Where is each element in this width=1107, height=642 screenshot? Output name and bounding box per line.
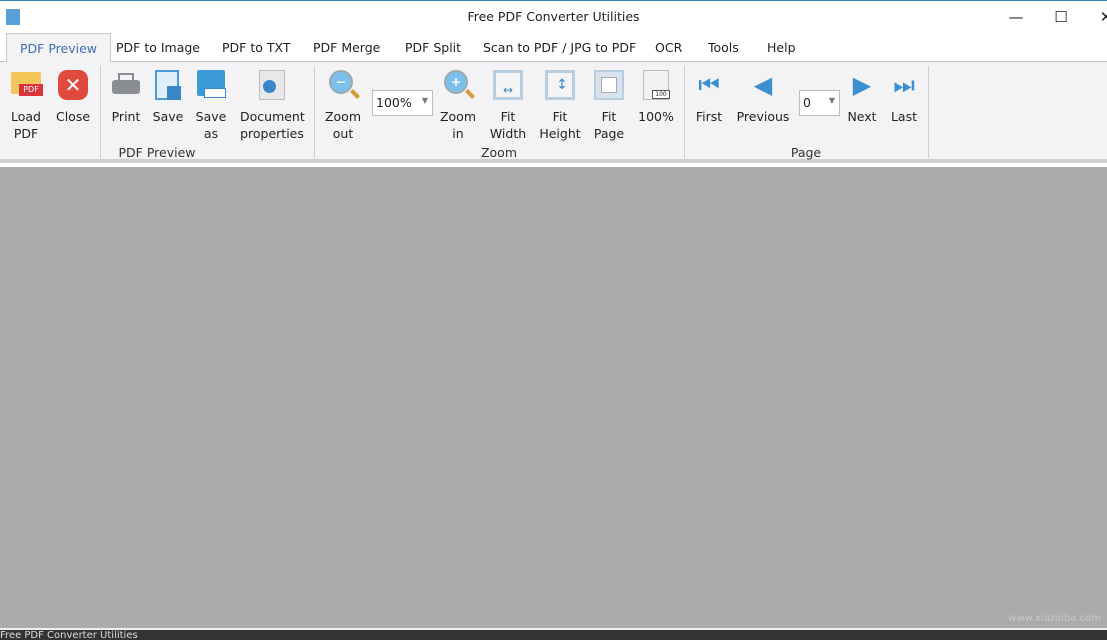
- tab-pdf-to-txt[interactable]: PDF to TXT: [209, 33, 303, 62]
- label: PDF: [13, 126, 39, 141]
- zoom-out-icon: −: [326, 68, 360, 102]
- group-label-zoom: Zoom: [480, 145, 518, 160]
- tab-ocr[interactable]: OCR: [642, 33, 695, 62]
- fit-page-button[interactable]: Fit Page: [590, 68, 628, 142]
- window-title: Free PDF Converter Utilities: [467, 9, 640, 24]
- label: Last: [890, 109, 918, 124]
- close-icon: ✕: [56, 68, 90, 102]
- label: Height: [539, 126, 581, 141]
- save-button[interactable]: Save: [150, 68, 186, 125]
- pdf-preview-area[interactable]: www.xiazaiba.com: [0, 167, 1107, 628]
- label: Print: [111, 109, 141, 124]
- tab-pdf-preview[interactable]: PDF Preview: [6, 33, 111, 63]
- actual-size-icon: 100: [639, 68, 673, 102]
- label: Fit: [500, 109, 516, 124]
- zoom-value: 100%: [376, 95, 412, 110]
- label: Zoom: [324, 109, 362, 124]
- label: Save: [195, 109, 227, 124]
- print-button[interactable]: Print: [108, 68, 144, 125]
- label: in: [452, 126, 464, 141]
- chevron-down-icon: ▼: [421, 96, 428, 105]
- label: properties: [240, 126, 304, 141]
- fit-height-button[interactable]: ↕ Fit Height: [538, 68, 582, 142]
- close-button[interactable]: ✕ Close: [54, 68, 92, 125]
- next-icon: ▶: [852, 71, 872, 99]
- zoom-in-button[interactable]: + Zoom in: [438, 68, 478, 142]
- page-value: 0: [803, 95, 811, 110]
- tab-pdf-split[interactable]: PDF Split: [392, 33, 474, 62]
- watermark: www.xiazaiba.com: [1008, 613, 1101, 624]
- tab-help[interactable]: Help: [754, 33, 809, 62]
- last-page-button[interactable]: ⏭ Last: [887, 68, 921, 125]
- printer-icon: [109, 68, 143, 102]
- save-icon: [151, 68, 185, 102]
- maximize-button[interactable]: ☐: [1038, 3, 1084, 31]
- info-document-icon: [255, 68, 289, 102]
- previous-page-button[interactable]: ◀ Previous: [736, 68, 790, 125]
- label: Document: [240, 109, 305, 124]
- label: First: [695, 109, 723, 124]
- label: Save: [152, 109, 184, 124]
- group-label-page: Page: [790, 145, 822, 160]
- document-properties-button[interactable]: Document properties: [240, 68, 305, 142]
- zoom-in-icon: +: [441, 68, 475, 102]
- first-page-button[interactable]: ⏮ First: [692, 68, 726, 125]
- label: out: [332, 126, 354, 141]
- ribbon: PDF Load PDF ✕ Close Print Save Save as Do…: [0, 62, 1107, 163]
- chevron-down-icon: ▼: [828, 96, 835, 105]
- minimize-button[interactable]: —: [993, 3, 1039, 31]
- label: Load: [11, 109, 41, 124]
- zoom-level-select[interactable]: 100% ▼: [372, 90, 433, 116]
- folder-pdf-icon: PDF: [9, 68, 43, 102]
- load-pdf-button[interactable]: PDF Load PDF: [8, 68, 44, 142]
- page-number-select[interactable]: 0 ▼: [799, 90, 840, 116]
- taskbar-label: Free PDF Converter Utilities: [0, 628, 1107, 641]
- label: as: [203, 126, 219, 141]
- label: Fit: [601, 109, 617, 124]
- label: Previous: [736, 109, 790, 124]
- tab-tools[interactable]: Tools: [695, 33, 752, 62]
- label: Page: [593, 126, 625, 141]
- next-page-button[interactable]: ▶ Next: [845, 68, 879, 125]
- previous-icon: ◀: [753, 71, 773, 99]
- zoom-out-button[interactable]: − Zoom out: [323, 68, 363, 142]
- fit-height-icon: ↕: [543, 68, 577, 102]
- label: Next: [847, 109, 877, 124]
- last-page-icon: ⏭: [893, 71, 915, 99]
- first-page-icon: ⏮: [698, 71, 720, 99]
- fit-width-icon: ↔: [491, 68, 525, 102]
- fit-width-button[interactable]: ↔ Fit Width: [488, 68, 528, 142]
- fit-page-icon: [592, 68, 626, 102]
- label: Fit: [552, 109, 568, 124]
- label: Width: [489, 126, 527, 141]
- save-as-button[interactable]: Save as: [193, 68, 229, 142]
- tab-pdf-to-image[interactable]: PDF to Image: [103, 33, 213, 62]
- divider: [928, 66, 929, 158]
- tab-bar: PDF Preview PDF to Image PDF to TXT PDF …: [0, 33, 1107, 63]
- label: 100%: [638, 109, 674, 124]
- group-label-pdf-preview: PDF Preview: [118, 145, 196, 160]
- label: Close: [55, 109, 91, 124]
- title-bar: Free PDF Converter Utilities — ☐ ✕: [0, 0, 1107, 33]
- save-as-icon: [194, 68, 228, 102]
- tab-scan-to-pdf[interactable]: Scan to PDF / JPG to PDF: [470, 33, 649, 62]
- actual-size-button[interactable]: 100 100%: [637, 68, 675, 125]
- tab-pdf-merge[interactable]: PDF Merge: [300, 33, 393, 62]
- close-window-button[interactable]: ✕: [1083, 3, 1107, 31]
- label: Zoom: [439, 109, 477, 124]
